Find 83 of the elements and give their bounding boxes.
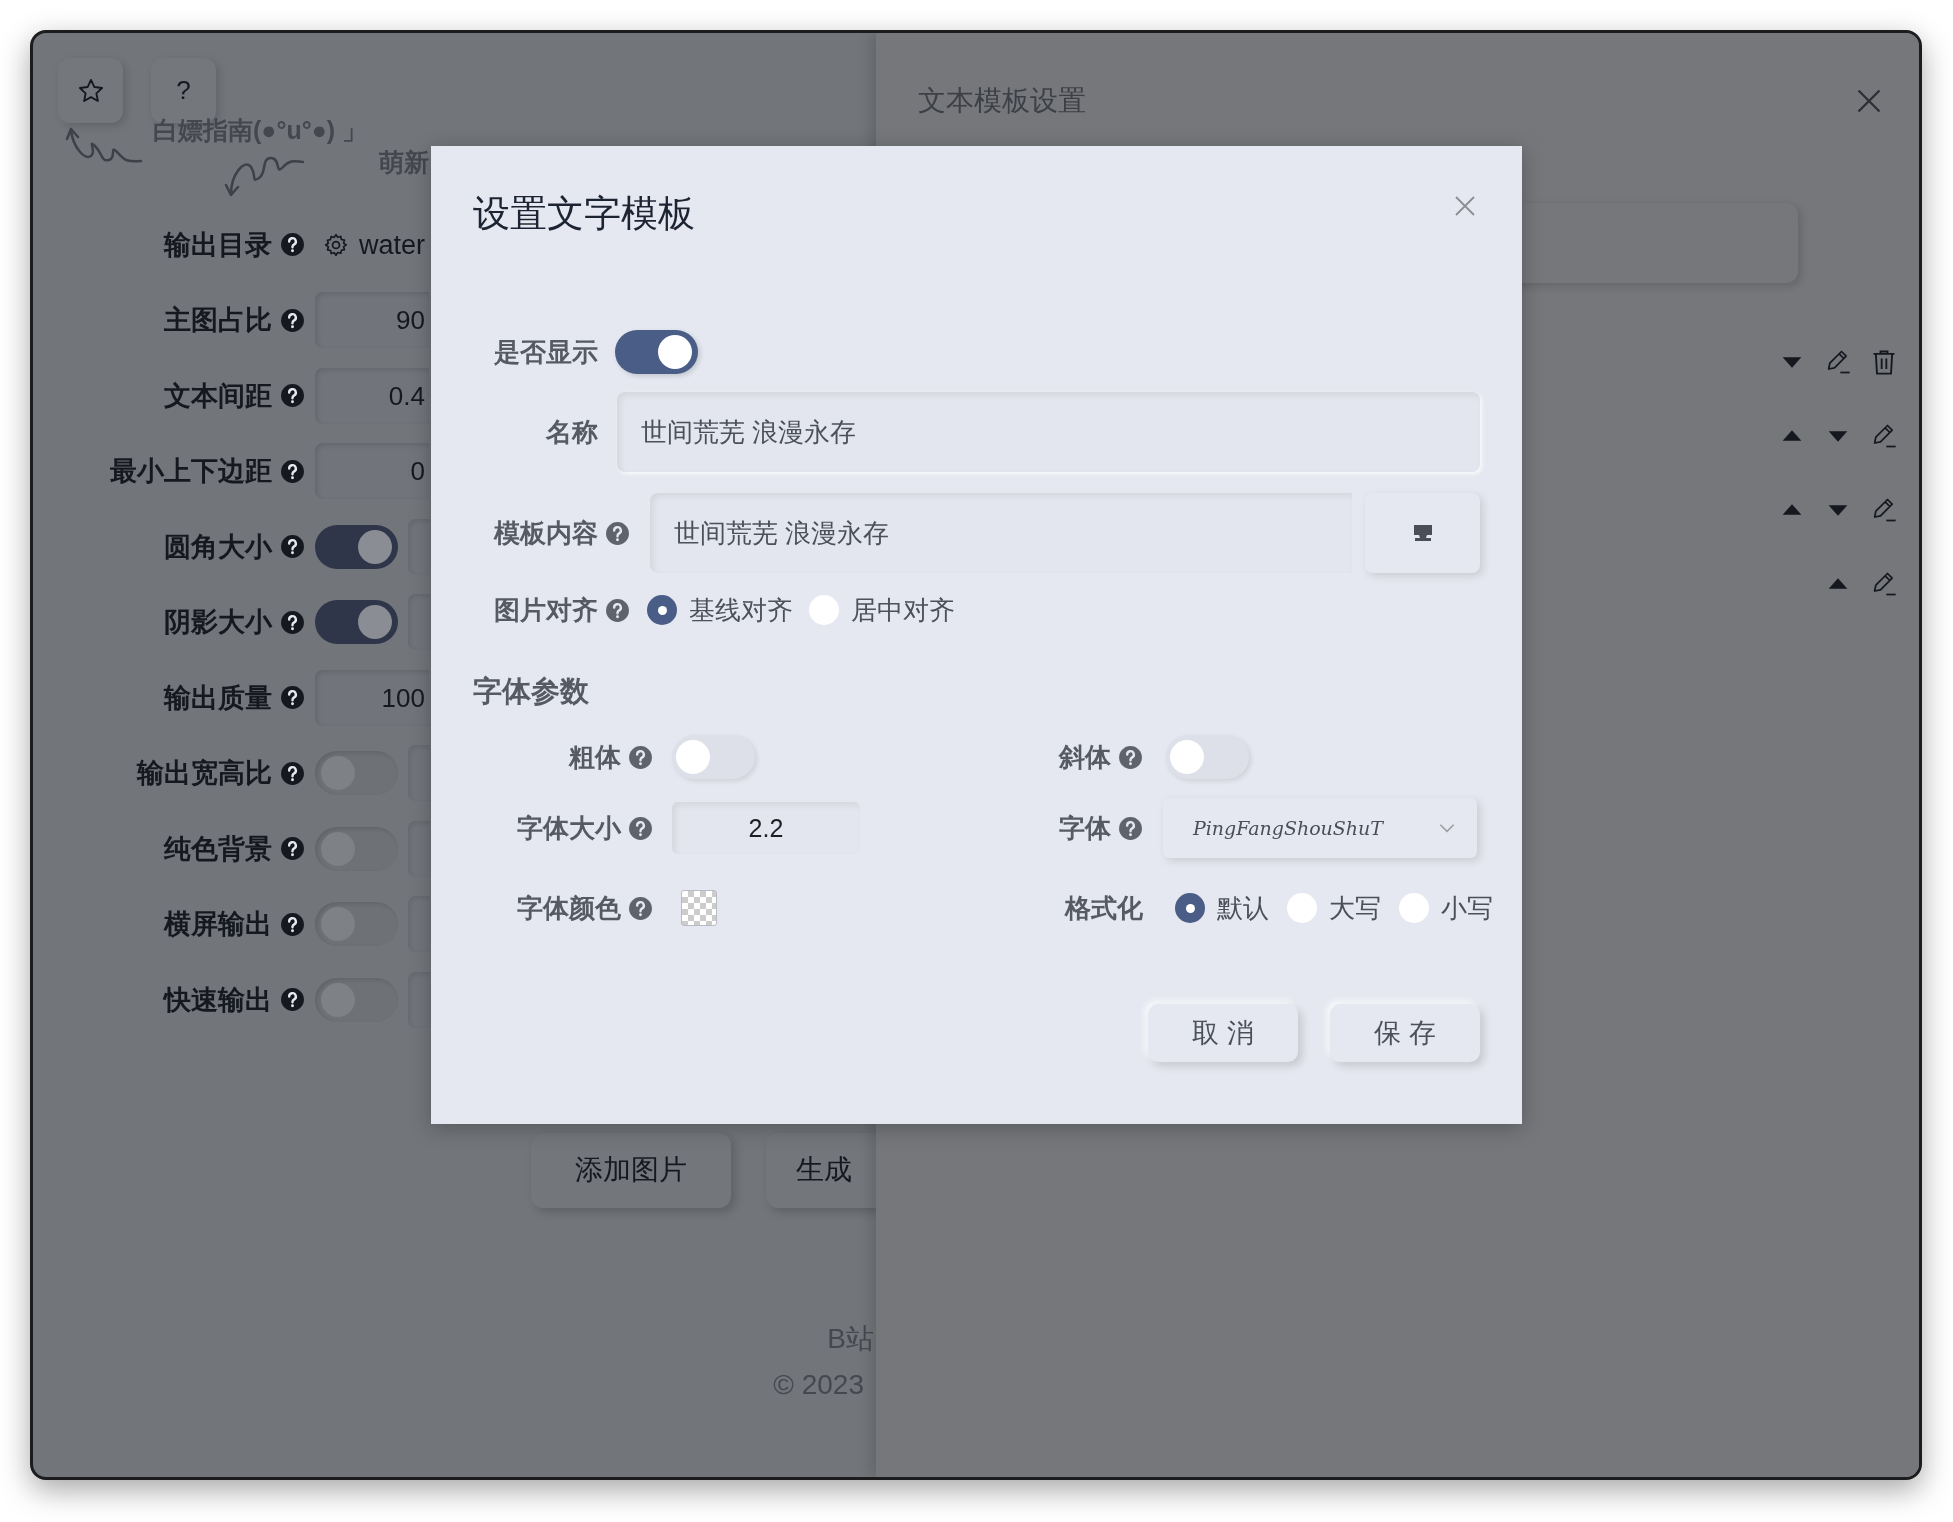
setting-label: 输出目录 [164,228,272,262]
radio-label[interactable]: 小写 [1441,888,1493,928]
field-label: 斜体 [1059,740,1111,774]
radio-button[interactable] [1399,893,1429,923]
favorite-button[interactable] [58,58,123,123]
action-button[interactable]: 生成 [766,1132,876,1208]
help-icon[interactable] [280,534,305,560]
radio-label[interactable]: 基线对齐 [689,590,793,630]
drawer-title: 文本模板设置 [918,84,1086,118]
help-icon[interactable] [280,911,305,937]
close-icon[interactable] [1453,194,1477,218]
field-label: 字体颜色 [517,891,621,925]
setting-label: 输出质量 [164,681,272,715]
setting-label: 文本间距 [164,379,272,413]
action-button[interactable]: 添加图片 [531,1132,731,1208]
color-swatch[interactable] [681,890,717,926]
setting-label: 快速输出 [164,983,272,1017]
field-label: 模板内容 [494,516,598,550]
radio-button[interactable] [1175,893,1205,923]
setting-label: 横屏输出 [164,908,272,941]
toggle-switch[interactable] [1166,735,1249,779]
field-label: 粗体 [569,740,621,774]
toggle-switch[interactable] [672,735,755,779]
name-input[interactable]: 世间荒芜 浪漫永存 [617,392,1480,472]
field-label: 字体 [1059,811,1111,845]
tray-icon [1411,523,1434,543]
field-label: 字体大小 [517,811,621,845]
toggle-switch[interactable] [315,977,398,1022]
toggle-switch[interactable] [615,330,698,374]
help-icon[interactable] [280,458,305,484]
number-input[interactable] [408,971,430,1028]
font-size-input[interactable]: 2.2 [672,802,860,854]
star-icon [76,76,105,105]
help-button[interactable]: ? [151,58,216,123]
folder-path[interactable]: water [359,224,426,265]
dialog-button[interactable]: 取 消 [1148,1004,1298,1062]
radio-label[interactable]: 居中对齐 [851,590,955,630]
help-icon[interactable] [280,383,305,409]
field-label: 是否显示 [494,335,598,369]
number-input[interactable]: 90 [315,292,429,349]
setting-label: 最小上下边距 [110,455,272,488]
gear-icon[interactable] [323,231,349,258]
template-input[interactable]: 世间荒芜 浪漫永存 [650,493,1352,573]
field-label: 名称 [546,415,598,449]
radio-label[interactable]: 默认 [1217,888,1269,928]
font-name: PingFangShouShuT [1193,815,1383,841]
toggle-switch[interactable] [315,524,398,569]
number-input[interactable]: 100 [315,669,429,726]
radio-button[interactable] [1287,893,1317,923]
setting-label: 圆角大小 [164,530,272,564]
toggle-switch[interactable] [315,902,398,947]
field-label: 格式化 [1065,891,1143,925]
help-icon[interactable] [280,307,305,333]
radio-label[interactable]: 大写 [1329,888,1381,928]
dialog-title: 设置文字模板 [473,193,695,234]
number-input[interactable] [408,745,430,802]
field-label: 图片对齐 [494,593,598,627]
toggle-switch[interactable] [315,826,398,871]
number-input[interactable]: 0 [315,443,429,500]
setting-label: 输出宽高比 [137,757,272,790]
number-input[interactable] [408,518,430,575]
toggle-switch[interactable] [315,600,398,645]
insert-button[interactable] [1365,493,1480,573]
help-icon[interactable] [280,760,305,786]
help-icon[interactable] [280,987,305,1013]
setting-label: 主图占比 [164,304,272,337]
help-icon[interactable] [280,232,305,258]
number-input[interactable] [408,594,430,651]
dialog-button[interactable]: 保 存 [1330,1004,1480,1062]
radio-button[interactable] [809,595,839,625]
toggle-switch[interactable] [315,751,398,796]
font-select[interactable]: PingFangShouShuT [1163,798,1477,858]
setting-label: 阴影大小 [164,606,272,639]
number-input[interactable] [408,820,430,877]
number-input[interactable]: 0.4 [315,367,429,424]
setting-label: 纯色背景 [164,832,272,866]
help-icon[interactable] [280,836,305,862]
help-icon[interactable] [280,609,305,635]
radio-button[interactable] [647,595,677,625]
help-icon[interactable] [280,685,305,711]
close-icon[interactable] [1855,87,1883,115]
number-input[interactable] [408,896,430,953]
section-heading: 字体参数 [472,674,590,709]
